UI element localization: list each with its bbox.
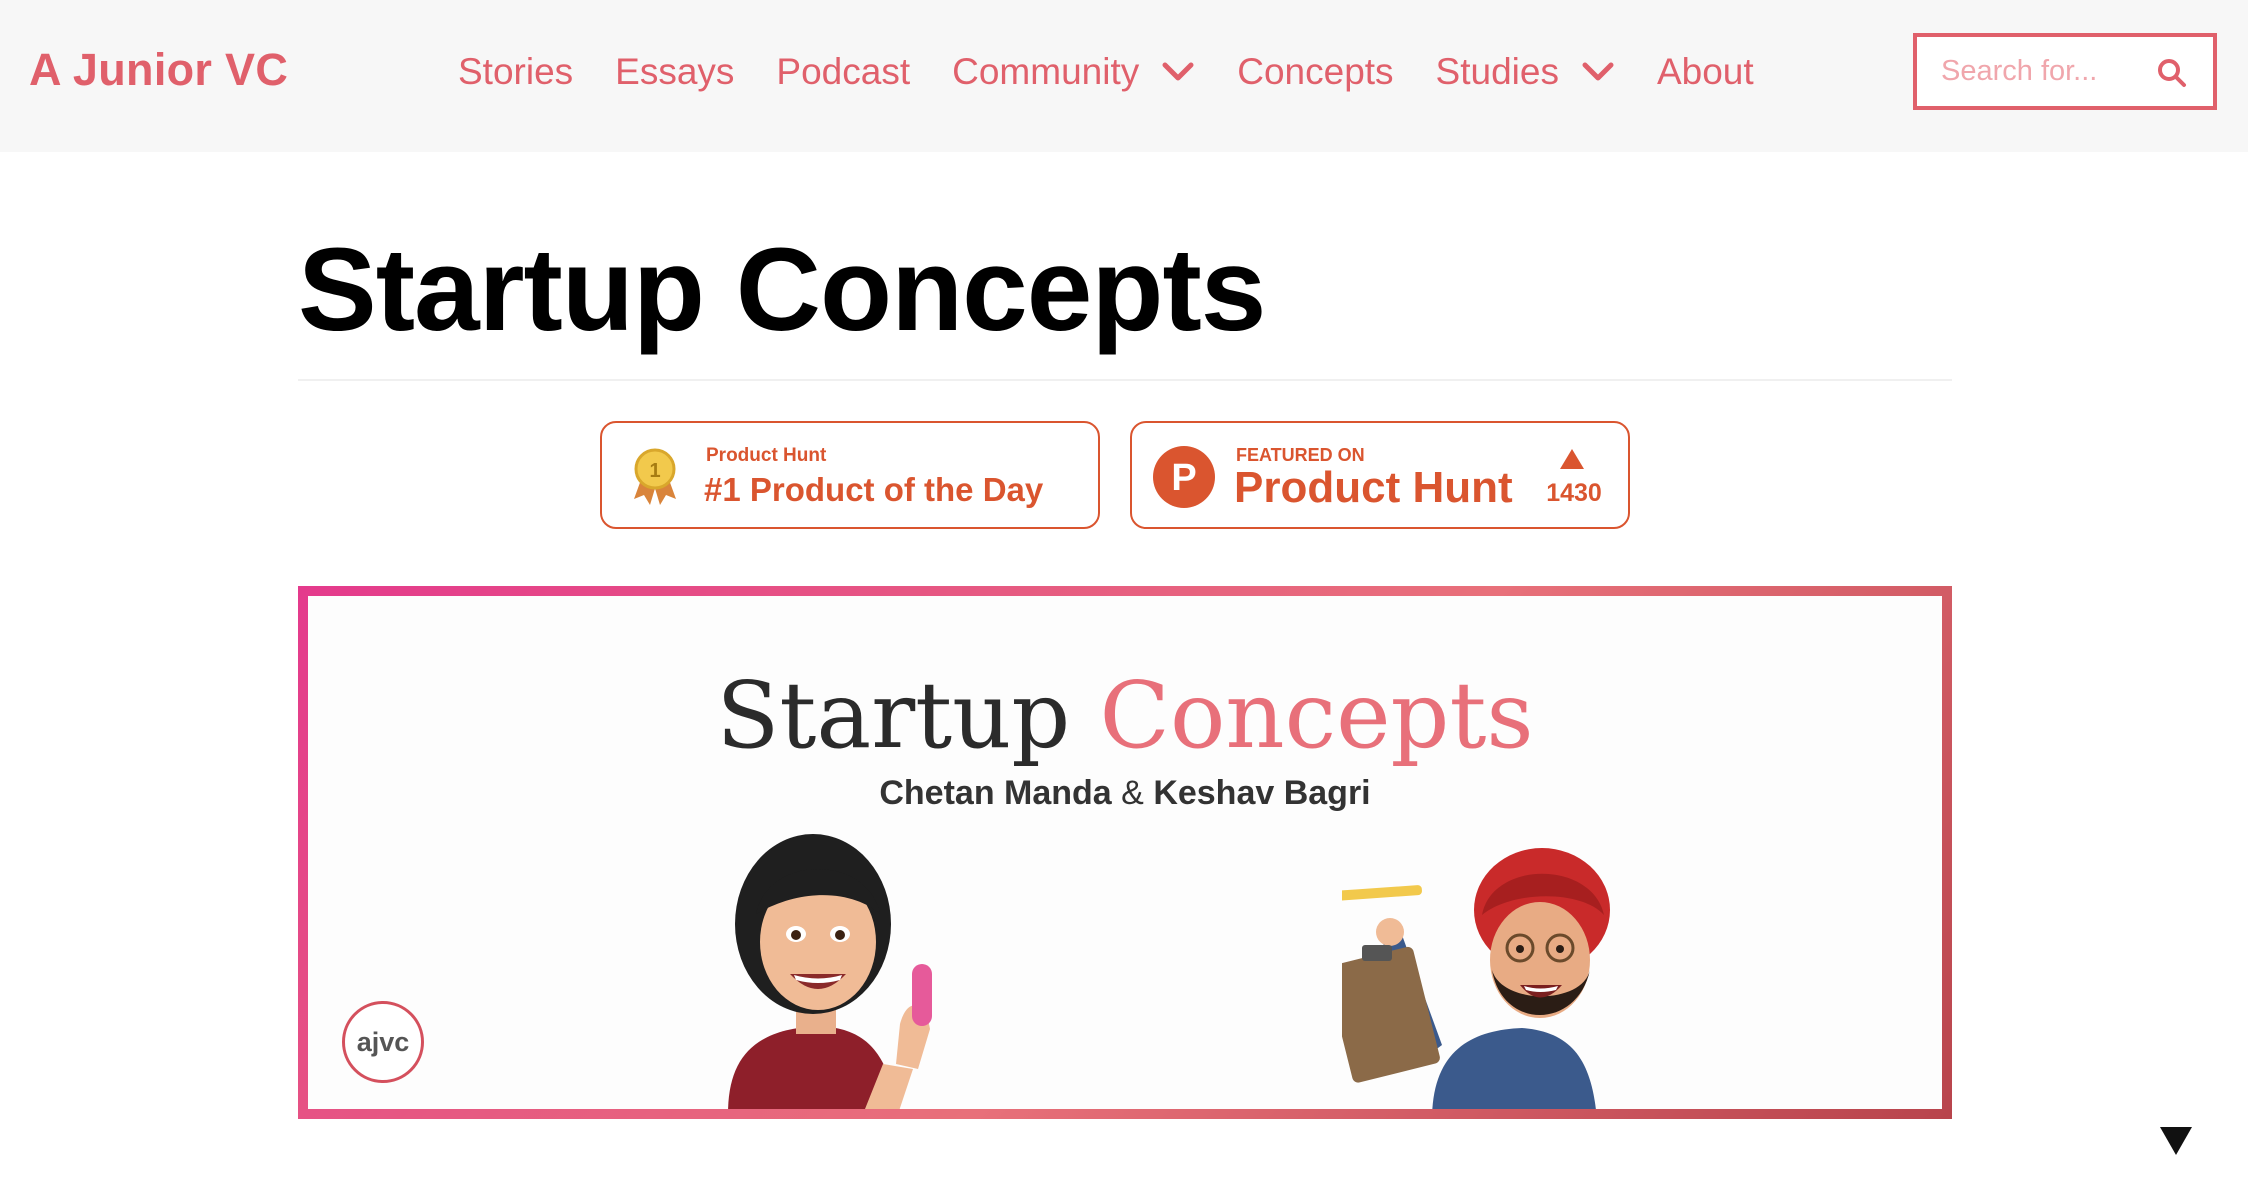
female-avatar-illustration: [728, 834, 932, 1109]
banner-authors: Chetan Manda & Keshav Bagri: [308, 774, 1942, 813]
svg-text:P: P: [1171, 457, 1196, 499]
nav-item-label: Concepts: [1237, 51, 1394, 92]
page-title: Startup Concepts: [298, 224, 1266, 356]
nav-item-essays[interactable]: Essays: [615, 51, 734, 93]
ampersand: &: [1121, 774, 1144, 812]
nav-item-podcast[interactable]: Podcast: [776, 51, 910, 93]
author-name: Keshav Bagri: [1153, 774, 1371, 812]
nav-item-label: Stories: [458, 51, 574, 92]
medal-icon: 1: [634, 448, 676, 505]
top-navigation-bar: A Junior VC Stories Essays Podcast Commu…: [0, 0, 2248, 152]
author-name: Chetan Manda: [879, 774, 1112, 812]
nav-item-label: Podcast: [776, 51, 911, 92]
nav-item-concepts[interactable]: Concepts: [1237, 51, 1393, 93]
banner-title-part2: Concepts: [1099, 662, 1534, 769]
search-input[interactable]: [1941, 55, 2161, 88]
search-icon[interactable]: [2157, 58, 2187, 88]
upvote-triangle-icon: [1560, 449, 1584, 469]
banner-title-part1: Startup: [716, 662, 1071, 769]
main-nav: Stories Essays Podcast Community Concept…: [458, 0, 1796, 144]
badge-main-label: #1 Product of the Day: [704, 471, 1044, 508]
nav-item-label: Studies: [1435, 51, 1559, 92]
svg-text:1: 1: [649, 460, 660, 482]
site-logo-link[interactable]: A Junior VC: [29, 44, 288, 96]
badge-main-label: Product Hunt: [1234, 463, 1513, 512]
chevron-down-icon[interactable]: [1581, 61, 1615, 83]
chevron-down-icon[interactable]: [1161, 61, 1195, 83]
nav-item-label: About: [1656, 51, 1754, 92]
upvote-count: 1430: [1546, 479, 1602, 507]
scroll-down-triangle-icon[interactable]: [2158, 1123, 2194, 1159]
search-box: [1913, 33, 2217, 110]
male-avatar-illustration: [1342, 848, 1610, 1109]
nav-item-studies[interactable]: Studies: [1436, 51, 1615, 93]
nav-item-stories[interactable]: Stories: [458, 51, 573, 93]
title-divider: [298, 379, 1952, 381]
featured-on-product-hunt-badge[interactable]: P FEATURED ON Product Hunt 1430: [1130, 421, 1630, 529]
ajvc-logo: ajvc: [342, 1001, 424, 1083]
nav-item-community[interactable]: Community: [952, 51, 1195, 93]
nav-item-label: Essays: [615, 51, 735, 92]
nav-item-label: Community: [952, 51, 1140, 92]
producthunt-logo-icon: P: [1153, 446, 1215, 508]
badge-small-label: Product Hunt: [706, 445, 827, 466]
hero-banner: Startup Concepts Chetan Manda & Keshav B…: [298, 586, 1952, 1119]
hero-banner-image: Startup Concepts Chetan Manda & Keshav B…: [308, 596, 1942, 1109]
banner-title: Startup Concepts: [308, 662, 1942, 769]
product-of-the-day-badge[interactable]: 1 Product Hunt #1 Product of the Day: [600, 421, 1100, 529]
nav-item-about[interactable]: About: [1657, 51, 1754, 93]
